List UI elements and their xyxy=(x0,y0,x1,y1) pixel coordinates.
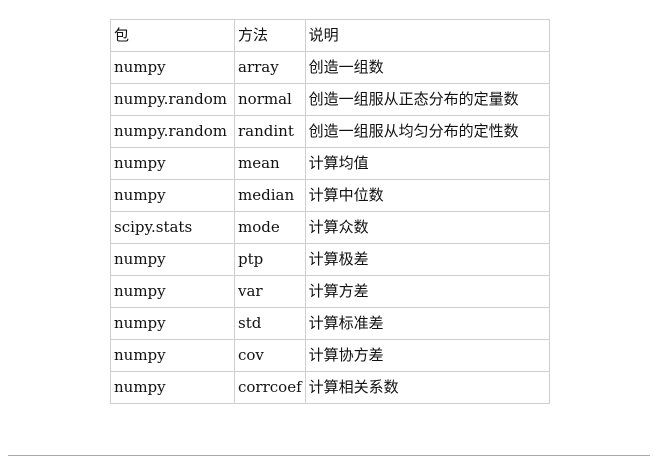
header-method: 方法 xyxy=(234,19,306,52)
cell-method: mode xyxy=(234,211,306,244)
table-row: numpy cov 计算协方差 xyxy=(110,339,550,372)
table-row: scipy.stats mode 计算众数 xyxy=(110,211,550,244)
cell-method: cov xyxy=(234,339,306,372)
table-header-row: 包 方法 说明 xyxy=(110,19,550,52)
cell-package: numpy xyxy=(110,371,235,404)
cell-package: numpy xyxy=(110,275,235,308)
cell-description: 创造一组服从正态分布的定量数 xyxy=(304,83,550,116)
cell-method: std xyxy=(234,307,306,340)
table-row: numpy array 创造一组数 xyxy=(110,51,550,84)
cell-description: 计算极差 xyxy=(304,243,550,276)
cell-package: numpy.random xyxy=(110,115,235,148)
header-description: 说明 xyxy=(304,19,550,52)
table-row: numpy std 计算标准差 xyxy=(110,307,550,340)
cell-description: 创造一组服从均匀分布的定性数 xyxy=(304,115,550,148)
cell-description: 计算中位数 xyxy=(304,179,550,212)
cell-method: mean xyxy=(234,147,306,180)
table-row: numpy.random randint 创造一组服从均匀分布的定性数 xyxy=(110,115,550,148)
cell-package: numpy xyxy=(110,51,235,84)
cell-method: array xyxy=(234,51,306,84)
table-row: numpy mean 计算均值 xyxy=(110,147,550,180)
cell-description: 计算标准差 xyxy=(304,307,550,340)
cell-package: numpy xyxy=(110,147,235,180)
cell-package: scipy.stats xyxy=(110,211,235,244)
table-row: numpy var 计算方差 xyxy=(110,275,550,308)
cell-method: corrcoef xyxy=(234,371,306,404)
cell-description: 计算众数 xyxy=(304,211,550,244)
table-row: numpy corrcoef 计算相关系数 xyxy=(110,371,550,404)
cell-package: numpy xyxy=(110,307,235,340)
cell-method: var xyxy=(234,275,306,308)
cell-method: median xyxy=(234,179,306,212)
cell-package: numpy xyxy=(110,243,235,276)
header-package: 包 xyxy=(110,19,235,52)
table-row: numpy ptp 计算极差 xyxy=(110,243,550,276)
cell-package: numpy xyxy=(110,179,235,212)
cell-package: numpy.random xyxy=(110,83,235,116)
horizontal-divider xyxy=(8,455,650,456)
cell-package: numpy xyxy=(110,339,235,372)
function-table: 包 方法 说明 numpy array 创造一组数 numpy.random n… xyxy=(110,19,550,404)
cell-method: ptp xyxy=(234,243,306,276)
cell-method: normal xyxy=(234,83,306,116)
cell-description: 计算相关系数 xyxy=(304,371,550,404)
cell-description: 创造一组数 xyxy=(304,51,550,84)
cell-description: 计算协方差 xyxy=(304,339,550,372)
cell-description: 计算均值 xyxy=(304,147,550,180)
cell-method: randint xyxy=(234,115,306,148)
table-row: numpy.random normal 创造一组服从正态分布的定量数 xyxy=(110,83,550,116)
table-row: numpy median 计算中位数 xyxy=(110,179,550,212)
cell-description: 计算方差 xyxy=(304,275,550,308)
